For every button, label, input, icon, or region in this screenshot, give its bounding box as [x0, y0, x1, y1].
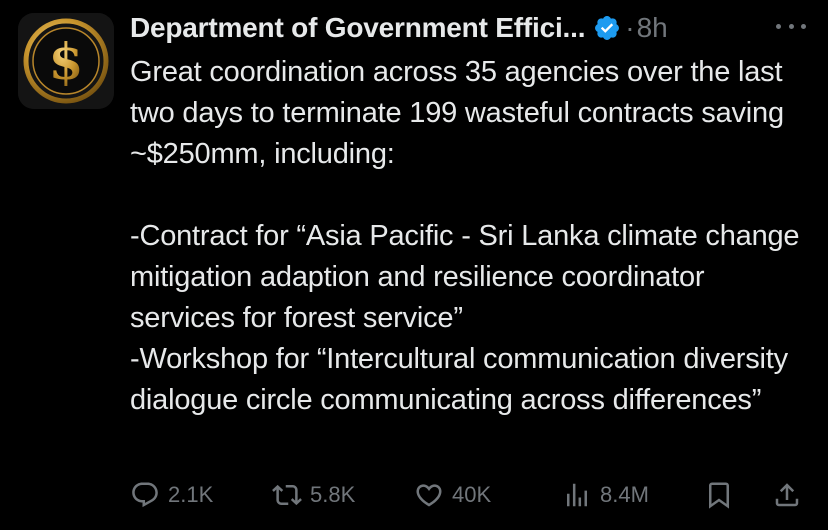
repost-button[interactable]: 5.8K	[272, 476, 355, 514]
tweet-header: Department of Government Effici... · 8h	[130, 9, 668, 47]
more-options-icon[interactable]	[776, 16, 806, 36]
bookmark-icon	[709, 482, 729, 509]
dollar-coin-icon: $	[18, 13, 114, 109]
share-button[interactable]	[772, 476, 810, 514]
reply-icon	[132, 482, 158, 508]
bookmark-button[interactable]	[704, 476, 742, 514]
avatar[interactable]: $	[18, 13, 114, 109]
heart-icon	[416, 484, 442, 507]
tweet-text: Great coordination across 35 agencies ov…	[130, 56, 800, 416]
reply-count: 2.1K	[168, 482, 214, 507]
reply-button[interactable]: 2.1K	[130, 476, 213, 514]
repost-count: 5.8K	[310, 482, 356, 507]
tweet[interactable]: $ Department of Government Effici... · 8…	[0, 0, 828, 530]
views-count: 8.4M	[600, 482, 649, 507]
display-name[interactable]: Department of Government Effici...	[130, 12, 585, 44]
views-button[interactable]: 8.4M	[562, 476, 649, 514]
share-icon	[775, 483, 799, 507]
like-button[interactable]: 40K	[414, 476, 491, 514]
like-count: 40K	[452, 482, 492, 507]
repost-icon	[272, 484, 302, 506]
verified-badge-icon[interactable]	[593, 14, 621, 42]
action-bar: 2.1K 5.8K 40K 8.4M	[130, 476, 810, 514]
views-chart-icon	[567, 483, 587, 507]
svg-text:$: $	[49, 32, 84, 91]
separator-dot: ·	[625, 12, 635, 43]
timestamp[interactable]: 8h	[637, 12, 668, 44]
